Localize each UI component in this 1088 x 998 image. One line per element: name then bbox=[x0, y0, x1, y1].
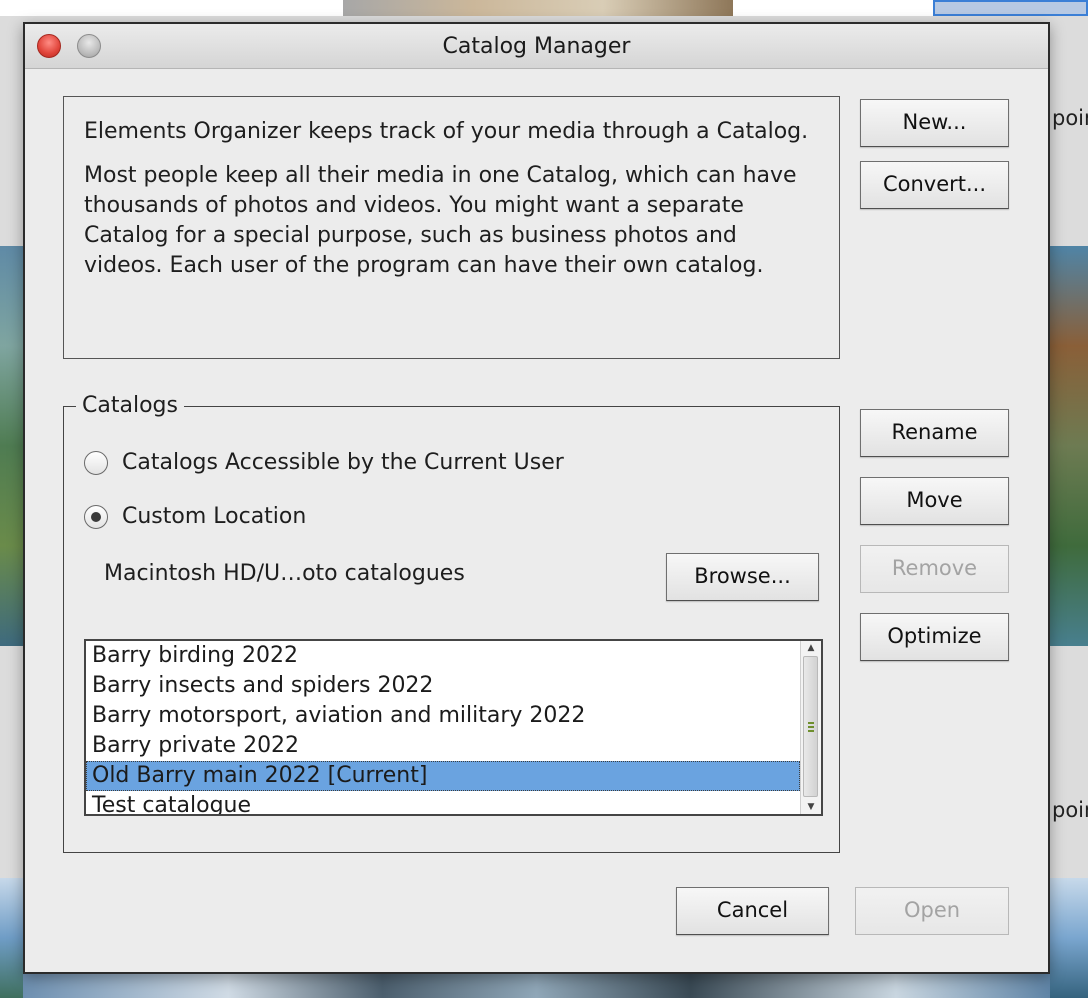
convert-button[interactable]: Convert... bbox=[860, 161, 1009, 209]
location-path: Macintosh HD/U…oto catalogues bbox=[104, 561, 465, 586]
list-item-selected[interactable]: Old Barry main 2022 [Current] bbox=[86, 761, 800, 791]
list-item[interactable]: Barry motorsport, aviation and military … bbox=[86, 701, 800, 731]
background-photo-left bbox=[0, 246, 23, 646]
title-bar[interactable]: Catalog Manager bbox=[25, 24, 1048, 69]
scrollbar-thumb[interactable] bbox=[803, 656, 818, 797]
radio-custom-location-option[interactable]: Custom Location bbox=[84, 503, 384, 533]
list-item[interactable]: Barry birding 2022 bbox=[86, 641, 800, 671]
scroll-up-arrow-icon[interactable]: ▲ bbox=[801, 641, 821, 655]
open-button[interactable]: Open bbox=[855, 887, 1009, 935]
catalog-list[interactable]: Barry birding 2022 Barry insects and spi… bbox=[84, 639, 823, 816]
background-photo-top-right bbox=[933, 0, 1088, 16]
cancel-button[interactable]: Cancel bbox=[676, 887, 829, 935]
rename-button[interactable]: Rename bbox=[860, 409, 1009, 457]
background-photo-right bbox=[1050, 246, 1088, 646]
catalogs-group: Catalogs Catalogs Accessible by the Curr… bbox=[63, 393, 840, 853]
description-panel: Elements Organizer keeps track of your m… bbox=[63, 96, 840, 359]
list-scrollbar[interactable]: ▲ ▼ bbox=[800, 641, 821, 814]
list-item[interactable]: Barry private 2022 bbox=[86, 731, 800, 761]
background-label-top: poin bbox=[1052, 106, 1088, 130]
description-paragraph-1: Elements Organizer keeps track of your m… bbox=[84, 119, 809, 144]
browse-button[interactable]: Browse... bbox=[666, 553, 819, 601]
background-label-bottom: poin bbox=[1052, 798, 1088, 822]
description-paragraph-2: Most people keep all their media in one … bbox=[84, 163, 797, 278]
list-item[interactable]: Test catalogue bbox=[86, 791, 800, 814]
background-photo-bottom-left bbox=[0, 878, 23, 998]
radio-custom-location[interactable] bbox=[84, 505, 108, 529]
scrollbar-grip-icon bbox=[808, 722, 814, 732]
catalogs-group-legend: Catalogs bbox=[76, 393, 184, 419]
new-button[interactable]: New... bbox=[860, 99, 1009, 147]
radio-current-user[interactable] bbox=[84, 451, 108, 475]
catalog-manager-dialog: Catalog Manager Elements Organizer keeps… bbox=[23, 22, 1050, 974]
radio-current-user-option[interactable]: Catalogs Accessible by the Current User bbox=[84, 449, 644, 479]
radio-custom-location-label[interactable]: Custom Location bbox=[122, 503, 306, 531]
move-button[interactable]: Move bbox=[860, 477, 1009, 525]
scroll-down-arrow-icon[interactable]: ▼ bbox=[801, 800, 821, 814]
list-item[interactable]: Barry insects and spiders 2022 bbox=[86, 671, 800, 701]
background-photo-top-center bbox=[343, 0, 733, 16]
dialog-title: Catalog Manager bbox=[442, 34, 631, 59]
radio-current-user-label[interactable]: Catalogs Accessible by the Current User bbox=[122, 449, 564, 477]
remove-button[interactable]: Remove bbox=[860, 545, 1009, 593]
background-photo-bottom-right bbox=[1050, 878, 1088, 998]
background-photo-bottom-strip bbox=[23, 974, 1050, 998]
optimize-button[interactable]: Optimize bbox=[860, 613, 1009, 661]
